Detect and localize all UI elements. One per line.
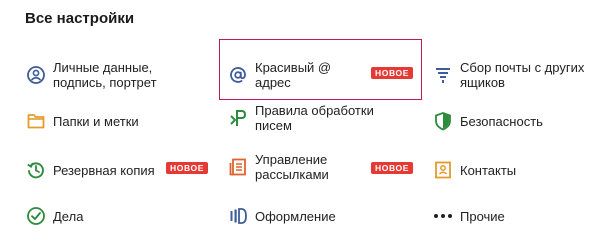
rules-icon <box>228 108 248 128</box>
settings-item-security[interactable]: Безопасность <box>433 111 543 131</box>
page-title: Все настройки <box>25 10 135 27</box>
funnel-icon <box>433 65 453 85</box>
new-badge: НОВОЕ <box>166 162 208 174</box>
settings-item-backup[interactable]: Резервная копия <box>26 160 155 180</box>
settings-item-label: Красивый @ адрес <box>255 60 332 90</box>
settings-item-rules[interactable]: Правила обработки писем <box>228 103 385 133</box>
settings-item-label: Управление рассылками <box>255 152 329 182</box>
person-icon <box>26 65 46 85</box>
shield-icon <box>433 111 453 131</box>
settings-item-mailing[interactable]: Управление рассылками <box>228 152 365 182</box>
settings-item-label: Оформление <box>255 208 336 224</box>
settings-item-label: Дела <box>53 208 84 224</box>
contacts-icon <box>433 160 453 180</box>
settings-item-folders[interactable]: Папки и метки <box>26 111 139 131</box>
newsletter-icon <box>228 157 248 177</box>
settings-item-label: Прочие <box>460 208 505 224</box>
settings-item-tasks[interactable]: Дела <box>26 206 83 226</box>
settings-item-label: Контакты <box>460 162 517 178</box>
check-icon <box>26 206 46 226</box>
settings-item-beautiful-address[interactable]: Красивый @ адрес <box>228 60 355 90</box>
settings-item-collect-mail[interactable]: Сбор почты с других ящиков <box>433 60 591 90</box>
settings-item-other[interactable]: Прочие <box>433 206 505 226</box>
settings-item-contacts[interactable]: Контакты <box>433 160 516 180</box>
settings-item-label: Безопасность <box>460 113 543 129</box>
dots-icon <box>433 206 453 226</box>
settings-item-label: Сбор почты с других ящиков <box>460 60 585 90</box>
design-icon <box>228 206 248 226</box>
at-icon <box>228 65 248 85</box>
settings-item-label: Папки и метки <box>53 113 139 129</box>
settings-item-personal[interactable]: Личные данные, подпись, портрет <box>26 60 193 90</box>
new-badge: НОВОЕ <box>371 162 413 174</box>
backup-icon <box>26 160 46 180</box>
settings-item-label: Резервная копия <box>53 162 155 178</box>
settings-item-label: Правила обработки писем <box>255 103 374 133</box>
new-badge: НОВОЕ <box>371 67 413 79</box>
settings-item-design[interactable]: Оформление <box>228 206 336 226</box>
settings-item-label: Личные данные, подпись, портрет <box>53 60 157 90</box>
folder-icon <box>26 111 46 131</box>
